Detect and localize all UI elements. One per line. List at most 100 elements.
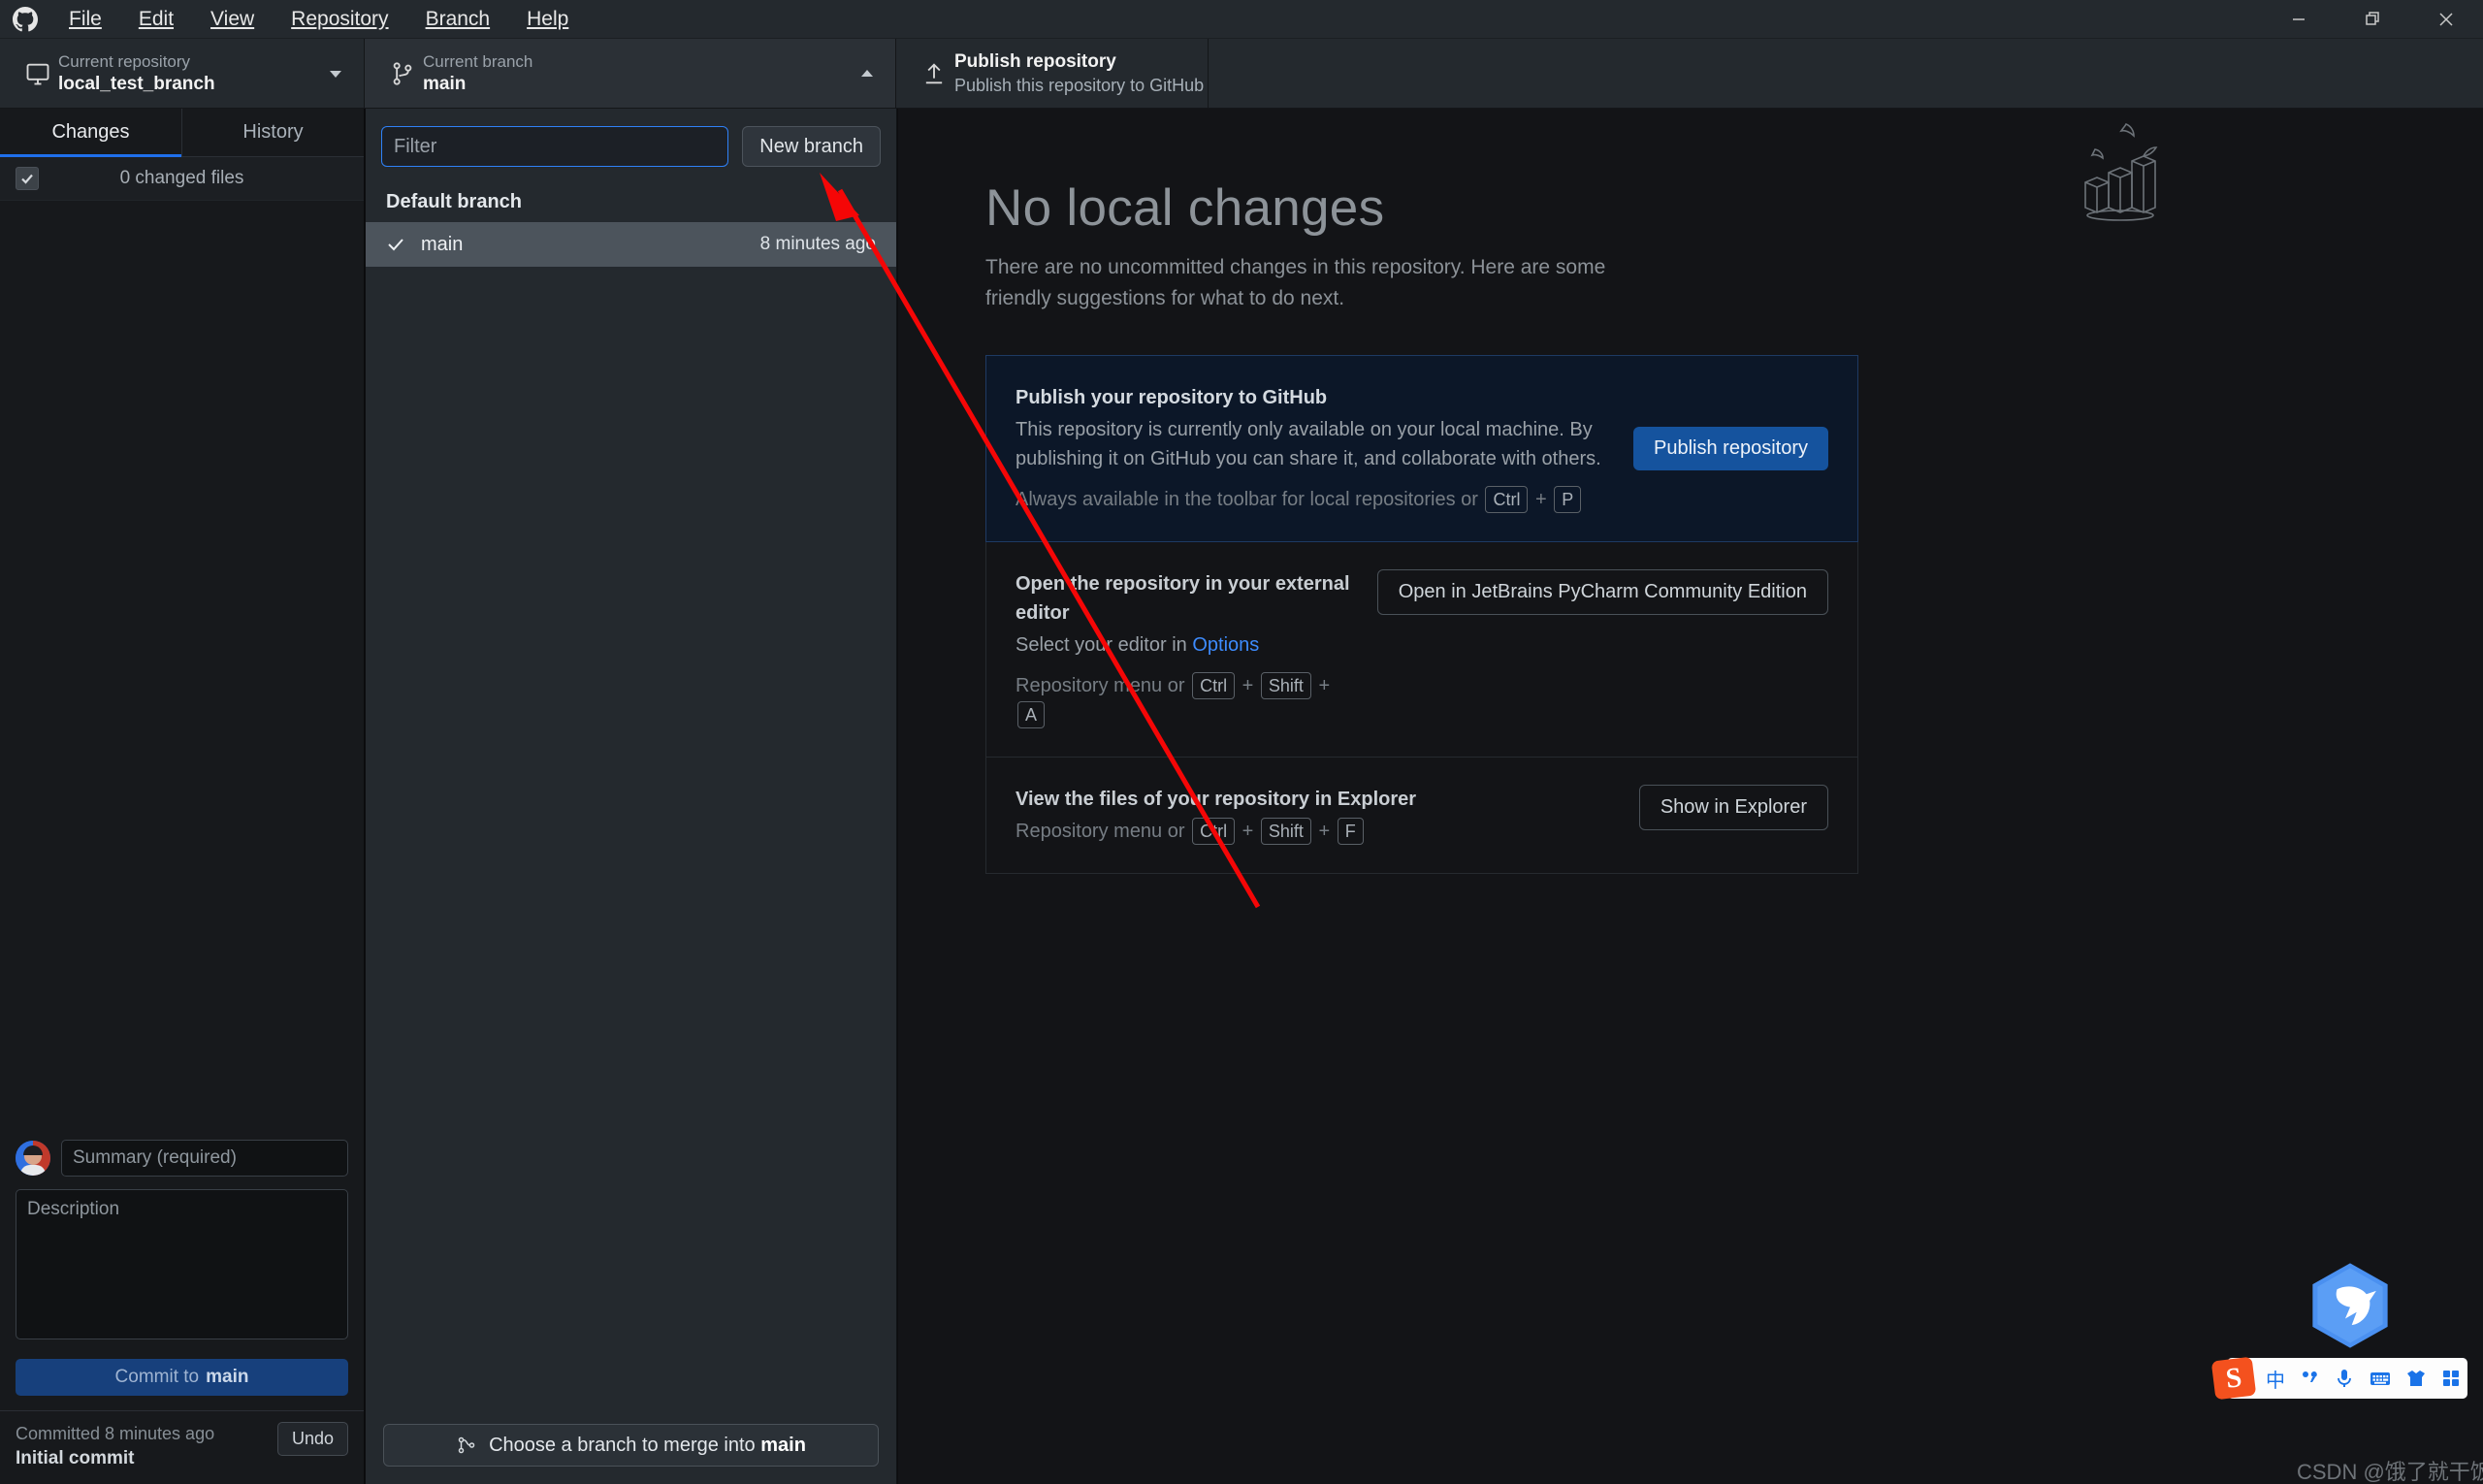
branch-last-updated: 8 minutes ago (759, 234, 876, 254)
open-external-editor-card: Open the repository in your external edi… (985, 542, 1858, 758)
editor-card-description: Select your editor in Options (1016, 630, 1358, 660)
commit-description-input[interactable] (16, 1189, 348, 1339)
key-a: A (1017, 701, 1046, 728)
publish-repository-toolbar-button[interactable]: Publish repository Publish this reposito… (896, 39, 1209, 108)
menu-help-label: Help (527, 7, 569, 30)
new-branch-button[interactable]: New branch (742, 126, 881, 167)
tab-changes[interactable]: Changes (0, 109, 182, 157)
branch-filter-row: New branch (366, 109, 896, 182)
editor-card-title: Open the repository in your external edi… (1016, 573, 1350, 624)
menu-file[interactable]: File (50, 0, 120, 39)
commit-button-prefix: Commit to (114, 1367, 200, 1387)
sidebar-tabs: Changes History (0, 109, 364, 157)
publish-repository-card-button[interactable]: Publish repository (1633, 427, 1828, 470)
key-ctrl: Ctrl (1485, 486, 1529, 513)
publish-card-hint-text: Always available in the toolbar for loca… (1016, 489, 1484, 510)
branch-list-item-main[interactable]: main 8 minutes ago (366, 222, 896, 267)
key-ctrl: Ctrl (1192, 818, 1236, 845)
merge-icon (458, 1436, 475, 1454)
menu-edit[interactable]: Edit (120, 0, 192, 39)
apps-icon[interactable] (2440, 1368, 2462, 1389)
editor-card-description-text: Select your editor in (1016, 634, 1193, 656)
publish-card-description: This repository is currently only availa… (1016, 419, 1601, 469)
merge-bar: Choose a branch to merge into main (366, 1410, 896, 1484)
menu-help[interactable]: Help (508, 0, 587, 39)
current-repository-value: local_test_branch (58, 73, 215, 94)
page-title: No local changes (985, 179, 1385, 237)
microphone-icon[interactable] (2334, 1368, 2355, 1389)
close-icon[interactable] (2409, 0, 2483, 39)
branch-icon (382, 60, 423, 87)
current-repository-button[interactable]: Current repository local_test_branch (0, 39, 365, 108)
explorer-card-hint: Repository menu or Ctrl + Shift + F (1016, 817, 1620, 846)
branch-filter-input[interactable] (381, 126, 729, 167)
suggestion-cards: Publish your repository to GitHub This r… (985, 355, 1858, 874)
chevron-up-icon (856, 65, 878, 82)
publish-card-hint: Always available in the toolbar for loca… (1016, 485, 1614, 514)
menu-edit-label: Edit (138, 7, 175, 30)
menu-repository-label: Repository (291, 7, 389, 30)
title-bar: File Edit View Repository Branch Help (0, 0, 2483, 39)
menu-branch[interactable]: Branch (407, 0, 509, 39)
no-changes-illustration-icon (2066, 118, 2173, 225)
github-logo-icon (0, 6, 50, 32)
last-commit-time: Committed 8 minutes ago (16, 1424, 215, 1443)
branch-list-empty-space (366, 267, 896, 1410)
app-toolbar: Current repository local_test_branch Cur… (0, 39, 2483, 109)
maximize-icon[interactable] (2336, 0, 2409, 39)
last-commit-bar: Committed 8 minutes ago Initial commit U… (0, 1410, 364, 1484)
repository-icon (17, 60, 58, 87)
commit-to-branch-button[interactable]: Commit to main (16, 1359, 348, 1396)
explorer-card-title: View the files of your repository in Exp… (1016, 789, 1417, 810)
default-branch-section-header: Default branch (366, 182, 896, 222)
publish-card-title: Publish your repository to GitHub (1016, 387, 1328, 408)
skin-icon[interactable] (2405, 1368, 2427, 1389)
undo-commit-button[interactable]: Undo (276, 1422, 348, 1456)
ime-mode-chinese[interactable]: 中 (2266, 1365, 2285, 1393)
main-content: No local changes There are no uncommitte… (898, 109, 2483, 1484)
sogou-logo-icon[interactable]: S (2210, 1356, 2257, 1401)
check-icon (386, 235, 407, 254)
commit-summary-input[interactable] (61, 1140, 348, 1177)
key-shift: Shift (1260, 818, 1311, 845)
editor-card-hint-text: Repository menu or (1016, 675, 1191, 696)
options-link[interactable]: Options (1192, 634, 1259, 656)
csdn-watermark: CSDN @饿了就干饭 (2297, 1460, 2483, 1484)
changed-files-header: 0 changed files (0, 157, 364, 201)
current-branch-button[interactable]: Current branch main (365, 39, 896, 108)
select-all-checkbox[interactable] (16, 167, 39, 190)
page-subtitle: There are no uncommitted changes in this… (985, 256, 1606, 309)
show-in-explorer-button[interactable]: Show in Explorer (1638, 785, 1828, 830)
commit-form: Commit to main (0, 1124, 364, 1396)
current-branch-value: main (423, 73, 467, 94)
minimize-icon[interactable] (2262, 0, 2336, 39)
show-in-explorer-card: View the files of your repository in Exp… (985, 758, 1858, 874)
publish-repository-title: Publish repository (954, 50, 1116, 72)
keyboard-icon[interactable] (2369, 1368, 2392, 1389)
publish-repository-card: Publish your repository to GitHub This r… (985, 355, 1858, 542)
merge-button-prefix: Choose a branch to merge into (489, 1434, 761, 1456)
menu-view[interactable]: View (192, 0, 273, 39)
tab-changes-label: Changes (51, 121, 130, 143)
explorer-card-hint-text: Repository menu or (1016, 821, 1191, 842)
avatar (16, 1141, 50, 1176)
sogou-ime-toolbar[interactable]: S 中 (2210, 1356, 2467, 1401)
choose-branch-to-merge-button[interactable]: Choose a branch to merge into main (383, 1424, 879, 1467)
open-in-editor-button[interactable]: Open in JetBrains PyCharm Community Edit… (1376, 569, 1828, 615)
chevron-down-icon (325, 65, 346, 82)
key-shift: Shift (1260, 672, 1311, 699)
current-branch-label: Current branch (423, 51, 533, 71)
menu-repository[interactable]: Repository (273, 0, 406, 39)
current-repository-label: Current repository (58, 51, 191, 71)
last-commit-message: Initial commit (16, 1448, 135, 1468)
left-sidebar: Changes History 0 changed files Summary … (0, 109, 365, 1484)
punctuation-icon[interactable] (2299, 1368, 2320, 1389)
branch-name: main (421, 233, 464, 255)
window-controls (2262, 0, 2483, 39)
tab-history[interactable]: History (182, 109, 364, 156)
bird-app-logo-icon (2309, 1261, 2391, 1350)
merge-button-branch: main (760, 1434, 806, 1456)
upload-icon (914, 60, 954, 87)
key-p: P (1554, 486, 1582, 513)
publish-repository-subtitle: Publish this repository to GitHub (954, 75, 1205, 95)
